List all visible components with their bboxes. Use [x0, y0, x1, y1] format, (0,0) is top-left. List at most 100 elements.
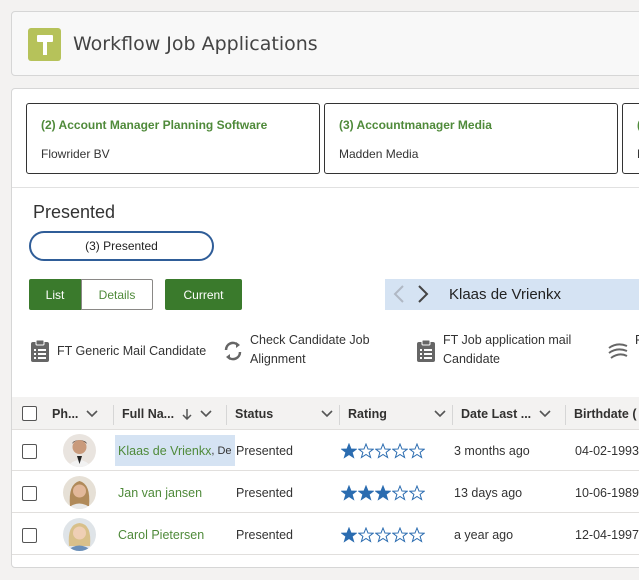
vacancy-title: (3) Accountmanager Media: [339, 118, 492, 132]
vacancy-card[interactable]: ( M: [622, 103, 639, 174]
list-view-button[interactable]: List: [29, 279, 81, 310]
star-empty-icon[interactable]: [375, 526, 391, 543]
full-name-cell: Jan van jansen: [118, 472, 202, 513]
status-cell: Presented: [236, 443, 293, 458]
star-empty-icon[interactable]: [409, 442, 425, 459]
select-all-checkbox[interactable]: [22, 406, 37, 421]
full-name-cell: Carol Pietersen: [118, 514, 204, 555]
chevron-left-icon[interactable]: [389, 284, 409, 304]
candidate-photo: [63, 518, 96, 551]
current-candidate-name: Klaas de Vrienkx: [449, 286, 562, 303]
main-panel: (2) Account Manager Planning Software Fl…: [11, 88, 639, 568]
action-ft-generic-mail[interactable]: FT Generic Mail Candidate: [29, 339, 206, 363]
star-rating[interactable]: [341, 484, 425, 501]
birthdate-cell: 04-02-1993: [575, 443, 639, 458]
clipboard-icon: [415, 339, 437, 363]
date-last-cell: a year ago: [454, 527, 514, 542]
stage-pill[interactable]: (3) Presented: [29, 231, 214, 261]
vacancy-company: Madden Media: [339, 147, 419, 161]
column-rating[interactable]: Rating: [348, 397, 446, 430]
star-empty-icon[interactable]: [392, 526, 408, 543]
action-label: F c: [635, 331, 639, 350]
chevron-down-icon: [321, 409, 333, 418]
star-filled-icon[interactable]: [358, 484, 374, 501]
status-cell: Presented: [236, 527, 293, 542]
hammer-icon: [28, 28, 61, 61]
column-divider: [339, 405, 340, 425]
candidate-photo: [63, 434, 96, 467]
candidate-name-link[interactable]: Klaas de Vrienkx: [118, 444, 211, 458]
row-checkbox[interactable]: [22, 444, 37, 459]
star-filled-icon[interactable]: [375, 484, 391, 501]
rating-cell: [341, 430, 425, 471]
chevron-right-icon[interactable]: [413, 284, 433, 304]
column-divider: [452, 405, 453, 425]
date-last-cell: 3 months ago: [454, 443, 530, 458]
rating-cell: [341, 472, 425, 513]
column-label: Ph...: [52, 406, 79, 421]
star-empty-icon[interactable]: [409, 526, 425, 543]
star-empty-icon[interactable]: [409, 484, 425, 501]
sync-icon: [222, 339, 244, 363]
action-partial[interactable]: F c: [607, 331, 639, 363]
details-view-button[interactable]: Details: [81, 279, 153, 310]
vacancy-title: (2) Account Manager Planning Software: [41, 118, 268, 132]
birthdate-cell: 10-06-1989: [575, 485, 639, 500]
rating-cell: [341, 514, 425, 555]
candidate-name-link[interactable]: Carol Pietersen: [118, 528, 204, 542]
column-divider: [565, 405, 566, 425]
column-label: Status: [235, 406, 274, 421]
table-row[interactable]: Carol Pietersen Presented a year ago 12-…: [12, 514, 639, 555]
chevron-down-icon: [86, 409, 98, 418]
vacancy-card[interactable]: (3) Accountmanager Media Madden Media: [324, 103, 618, 174]
star-rating[interactable]: [341, 442, 425, 459]
column-label: Rating: [348, 406, 387, 421]
chevron-down-icon: [200, 409, 212, 418]
action-check-alignment[interactable]: Check Candidate Job Alignment: [222, 331, 380, 369]
action-label: FT Job application mail Candidate: [443, 333, 572, 366]
column-birthdate[interactable]: Birthdate (: [574, 397, 637, 430]
column-label: Date Last ...: [461, 406, 532, 421]
chevron-down-icon: [434, 409, 446, 418]
name-suffix: , De: [211, 444, 232, 457]
grid-header: Ph... Full Na... Status Rating Date Last…: [12, 397, 639, 430]
star-empty-icon[interactable]: [392, 484, 408, 501]
star-filled-icon[interactable]: [341, 442, 357, 459]
column-divider: [226, 405, 227, 425]
column-status[interactable]: Status: [235, 397, 333, 430]
action-label: Check Candidate Job Alignment: [250, 333, 370, 366]
app-header: Workflow Job Applications: [11, 11, 639, 76]
column-photo[interactable]: Ph...: [52, 397, 98, 430]
action-ft-job-application-mail[interactable]: FT Job application mail Candidate: [415, 331, 593, 369]
star-empty-icon[interactable]: [392, 442, 408, 459]
star-rating[interactable]: [341, 526, 425, 543]
current-button[interactable]: Current: [165, 279, 242, 310]
sort-descending-icon: [182, 408, 192, 420]
table-row[interactable]: Klaas de Vrienkx, De Presented 3 months …: [12, 430, 639, 471]
record-navigator: Klaas de Vrienkx: [385, 279, 639, 310]
column-full-name[interactable]: Full Na...: [122, 397, 212, 430]
selected-name[interactable]: Klaas de Vrienkx, De: [115, 435, 235, 466]
table-row[interactable]: Jan van jansen Presented 13 days ago 10-…: [12, 472, 639, 513]
vacancy-company: Flowrider BV: [41, 147, 110, 161]
action-label: FT Generic Mail Candidate: [57, 344, 207, 358]
column-divider: [113, 405, 114, 425]
vacancy-card[interactable]: (2) Account Manager Planning Software Fl…: [26, 103, 320, 174]
flow-icon: [607, 339, 629, 363]
candidate-photo: [63, 476, 96, 509]
app-title: Workflow Job Applications: [73, 33, 318, 55]
row-checkbox[interactable]: [22, 486, 37, 501]
star-empty-icon[interactable]: [358, 526, 374, 543]
star-filled-icon[interactable]: [341, 484, 357, 501]
star-empty-icon[interactable]: [375, 442, 391, 459]
column-date-last[interactable]: Date Last ...: [461, 397, 551, 430]
star-empty-icon[interactable]: [358, 442, 374, 459]
row-checkbox[interactable]: [22, 528, 37, 543]
candidate-name-link[interactable]: Jan van jansen: [118, 486, 202, 500]
star-filled-icon[interactable]: [341, 526, 357, 543]
column-label: Full Na...: [122, 406, 175, 421]
column-label: Birthdate (: [574, 406, 637, 421]
chevron-down-icon: [539, 409, 551, 418]
birthdate-cell: 12-04-1997: [575, 527, 639, 542]
status-cell: Presented: [236, 485, 293, 500]
